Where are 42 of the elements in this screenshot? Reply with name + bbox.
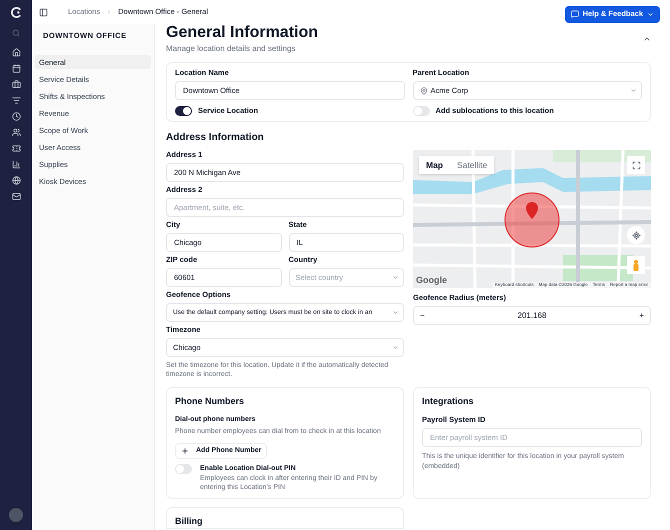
collapse-icon[interactable] xyxy=(643,35,651,43)
card-title: Phone Numbers xyxy=(175,395,246,408)
mail-icon[interactable] xyxy=(12,192,20,201)
ticket-icon[interactable] xyxy=(12,144,20,153)
briefcase-icon[interactable] xyxy=(12,80,20,89)
page-title: General Information xyxy=(166,24,318,42)
chat-icon xyxy=(570,10,579,18)
chevron-right-icon xyxy=(106,9,112,15)
home-icon[interactable] xyxy=(12,48,20,57)
chevron-down-icon xyxy=(630,87,637,94)
toggle-switch[interactable] xyxy=(175,106,192,116)
card-title: Billing xyxy=(175,515,204,528)
clock-icon[interactable] xyxy=(12,112,20,121)
person-icon xyxy=(633,260,639,271)
chevron-down-icon xyxy=(392,309,399,316)
chevron-down-icon xyxy=(392,344,399,352)
toggle-switch[interactable] xyxy=(175,464,192,474)
card-title: Integrations xyxy=(422,395,475,408)
crosshair-icon xyxy=(632,230,640,240)
search-icon[interactable] xyxy=(12,29,20,37)
plus-icon xyxy=(181,446,189,455)
toggle-switch[interactable] xyxy=(412,106,430,116)
map-logo: Google xyxy=(416,274,447,287)
globe-icon[interactable] xyxy=(12,176,20,185)
sidebar-toggle-icon[interactable] xyxy=(39,8,48,16)
increment-button[interactable]: + xyxy=(634,310,644,322)
logo-icon xyxy=(10,7,22,18)
chevron-down-icon xyxy=(392,274,399,282)
radius-value: 201.168 xyxy=(516,310,548,322)
chevron-down-icon xyxy=(647,10,654,18)
fullscreen-icon xyxy=(632,160,640,170)
map-view-tab[interactable]: Satellite xyxy=(450,156,494,174)
chart-icon[interactable] xyxy=(12,160,20,169)
section-title: Address Information xyxy=(166,131,265,146)
map-view-tab[interactable]: Map xyxy=(419,156,450,174)
page-subtitle: Manage location details and settings xyxy=(166,43,296,55)
map-pin-icon xyxy=(420,86,428,94)
people-icon[interactable] xyxy=(12,128,20,137)
list-icon[interactable] xyxy=(12,96,20,105)
decrement-button[interactable]: − xyxy=(420,310,430,322)
calendar-icon[interactable] xyxy=(12,64,20,73)
fullscreen-button[interactable] xyxy=(627,156,645,174)
